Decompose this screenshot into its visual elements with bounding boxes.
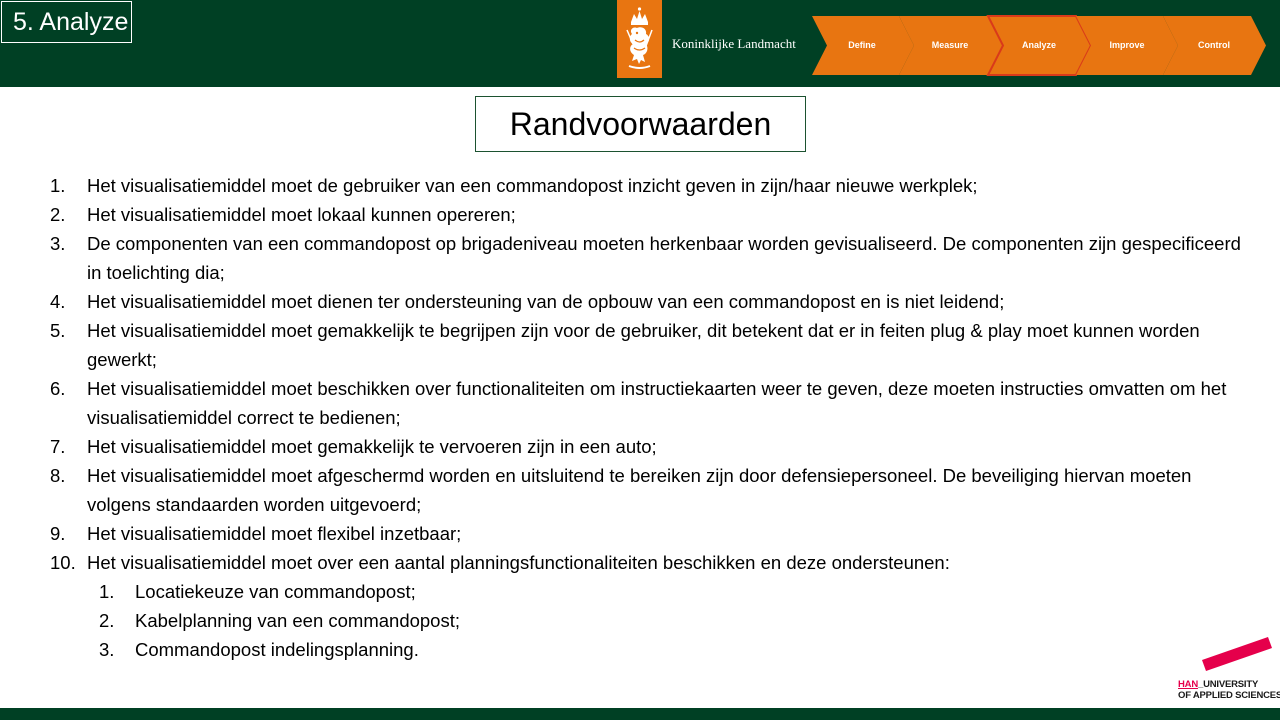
list-item: 2. Het visualisatiemiddel moet lokaal kun… <box>50 200 1250 229</box>
step-control-label: Control <box>1198 40 1230 50</box>
step-analyze-label: Analyze <box>1021 40 1056 50</box>
list-item-text: De componenten van een commandopost op b… <box>87 233 1241 283</box>
step-define-label: Define <box>848 40 876 50</box>
list-item-text: Het visualisatiemiddel moet gemakkelijk … <box>87 436 657 457</box>
list-item: 8. Het visualisatiemiddel moet afgescherm… <box>50 461 1250 519</box>
list-item-number: 2. <box>50 204 66 225</box>
list-item-number: 6. <box>50 378 66 399</box>
list-item: 6. Het visualisatiemiddel moet beschikken… <box>50 374 1250 432</box>
list-item: 4. Het visualisatiemiddel moet dienen ter… <box>50 287 1250 316</box>
sublist-item-text: Locatiekeuze van commandopost; <box>135 581 416 602</box>
list-item-text: Het visualisatiemiddel moet beschikken o… <box>87 378 1227 428</box>
list-item-number: 8. <box>50 465 66 486</box>
sublist-item-number: 3. <box>99 639 115 660</box>
slide-title: Randvoorwaarden <box>475 96 806 152</box>
han-line1: _UNIVERSITY <box>1197 679 1259 690</box>
han-brand: HAN <box>1178 679 1198 690</box>
list-item-text: Het visualisatiemiddel moet gemakkelijk … <box>87 320 1200 370</box>
list-item: 5. Het visualisatiemiddel moet gemakkelij… <box>50 316 1250 374</box>
list-item-number: 3. <box>50 233 66 254</box>
list-item: 1. Het visualisatiemiddel moet de gebruik… <box>50 171 1250 200</box>
sublist-item: 3. Commandopost indelingsplanning. <box>99 635 1250 664</box>
list-item-text: Het visualisatiemiddel moet lokaal kunne… <box>87 204 516 225</box>
list-item-text: Het visualisatiemiddel moet flexibel inz… <box>87 523 462 544</box>
list-item-number: 10. <box>50 552 76 573</box>
han-stripe-icon <box>1202 637 1272 671</box>
han-line2: OF APPLIED SCIENCES <box>1178 690 1280 701</box>
sublist-item-number: 2. <box>99 610 115 631</box>
list-item-number: 9. <box>50 523 66 544</box>
step-measure-label: Measure <box>931 40 969 50</box>
footer-bar <box>0 708 1280 720</box>
list-item-text: Het visualisatiemiddel moet dienen ter o… <box>87 291 1005 312</box>
list-item-text: Het visualisatiemiddel moet de gebruiker… <box>87 175 978 196</box>
step-improve-label: Improve <box>1109 40 1145 50</box>
list-item-number: 4. <box>50 291 66 312</box>
sublist-item: 1. Locatiekeuze van commandopost; <box>99 577 1250 606</box>
sublist-item-text: Kabelplanning van een commandopost; <box>135 610 461 631</box>
list-item: 7. Het visualisatiemiddel moet gemakkelij… <box>50 432 1250 461</box>
han-logo-text: HAN_UNIVERSITY OF APPLIED SCIENCES <box>1178 679 1280 701</box>
sublist-item: 2. Kabelplanning van een commandopost; <box>99 606 1250 635</box>
list-item-number: 5. <box>50 320 66 341</box>
list-item-text: Het visualisatiemiddel moet over een aan… <box>87 552 950 573</box>
list-item-number: 7. <box>50 436 66 457</box>
sublist-item-text: Commandopost indelingsplanning. <box>135 639 419 660</box>
planning-sublist: 1. Locatiekeuze van commandopost; 2. Kabel… <box>87 577 1250 664</box>
sublist-item-number: 1. <box>99 581 115 602</box>
list-item: 9. Het visualisatiemiddel moet flexibel i… <box>50 519 1250 548</box>
list-item-text: Het visualisatiemiddel moet afgeschermd … <box>87 465 1192 515</box>
list-item-number: 1. <box>50 175 66 196</box>
list-item: 10. Het visualisatiemiddel moet over een … <box>50 548 1250 664</box>
list-item: 3. De componenten van een commandopost op… <box>50 229 1250 287</box>
requirements-list: 1. Het visualisatiemiddel moet de gebruik… <box>50 171 1250 664</box>
han-logo: HAN_UNIVERSITY OF APPLIED SCIENCES <box>1176 636 1280 708</box>
